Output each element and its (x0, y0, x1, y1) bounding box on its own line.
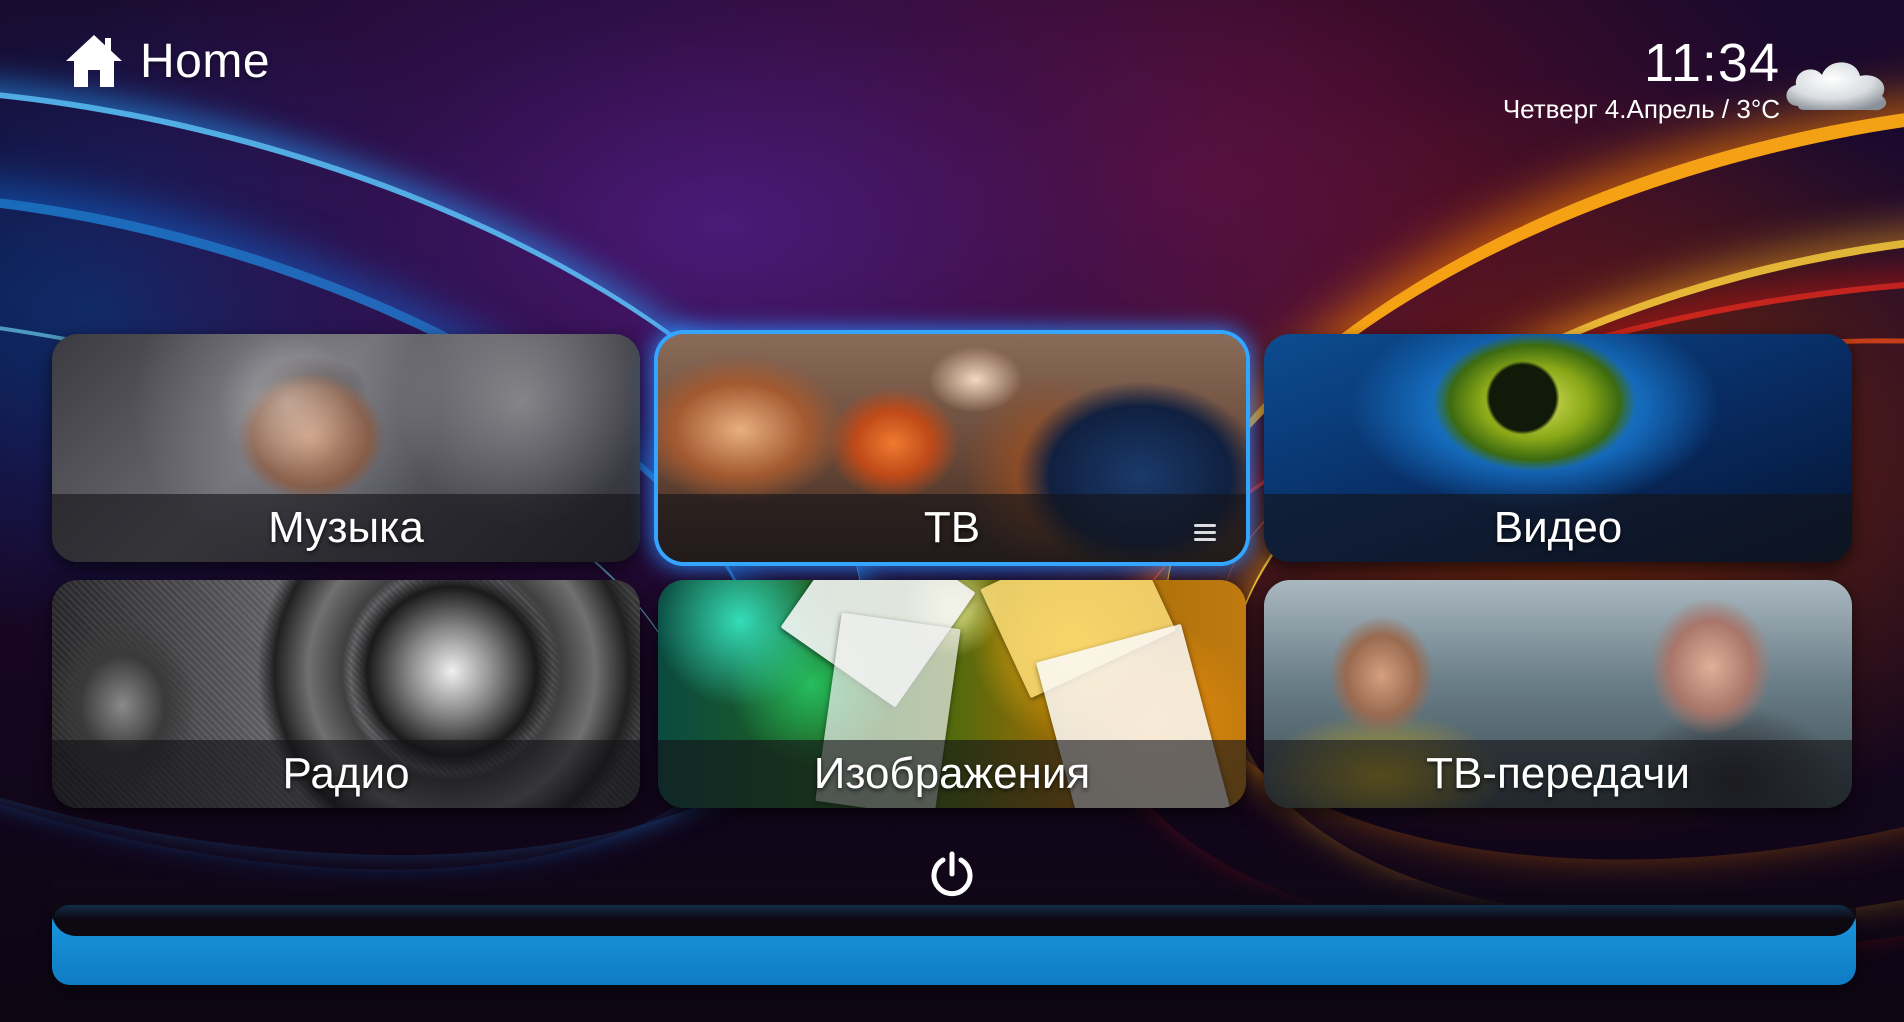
tile-label-music: Музыка (268, 503, 424, 552)
date-weather-text: Четверг 4.Апрель / 3°C (1502, 94, 1780, 124)
tile-label-pictures: Изображения (813, 749, 1091, 798)
tile-pictures[interactable]: Изображения (658, 580, 1246, 808)
home-icon (66, 35, 122, 87)
page-title: Home (140, 34, 271, 88)
tile-video[interactable]: Видео (1264, 334, 1852, 562)
power-icon[interactable] (928, 850, 976, 898)
tile-label-video: Видео (1493, 503, 1623, 552)
cloud-icon (1786, 62, 1887, 111)
tile-radio[interactable]: Радио (52, 580, 640, 808)
tile-tv-shows[interactable]: ТВ-передачи (1264, 580, 1852, 808)
tile-label-tv-shows: ТВ-передачи (1426, 749, 1690, 798)
home-header: Home (64, 32, 270, 90)
tile-tv[interactable]: ТВ (658, 334, 1246, 562)
clock-time: 11:34 (1643, 33, 1780, 93)
tile-label-tv: ТВ (923, 503, 981, 552)
tile-label-radio: Радио (282, 749, 410, 798)
clock-weather-widget: 11:34 Четверг 4.Апрель / 3°C (1502, 33, 1887, 125)
tile-music[interactable]: Музыка (52, 334, 640, 562)
hamburger-menu-icon[interactable] (1194, 524, 1216, 542)
